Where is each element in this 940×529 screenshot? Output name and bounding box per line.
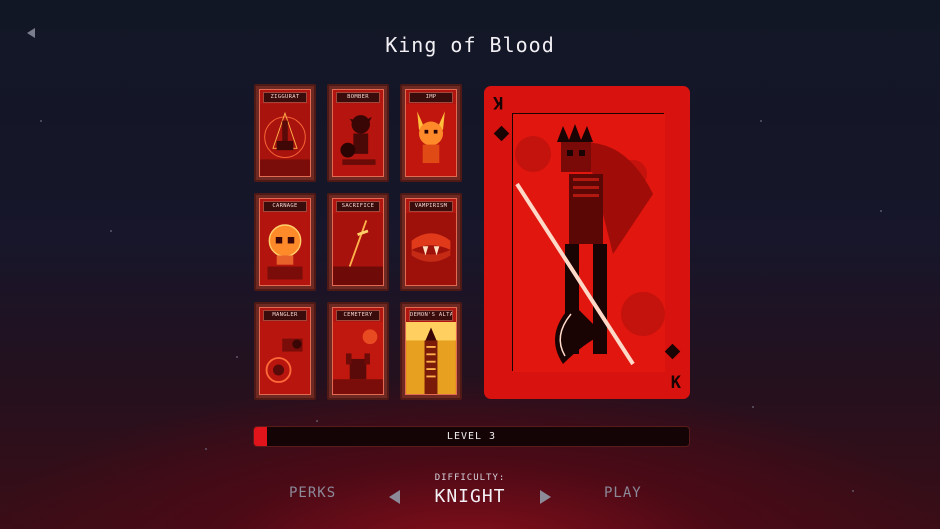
difficulty-label: DIFFICULTY: — [434, 473, 506, 483]
star-dot — [316, 420, 318, 422]
star-dot — [880, 210, 882, 212]
card-label: ZIGGURAT — [263, 92, 307, 103]
perks-button[interactable]: PERKS — [289, 485, 336, 501]
difficulty-next-arrow-icon[interactable] — [540, 490, 551, 504]
card-demons-altar[interactable]: DEMON'S ALTAR — [400, 302, 462, 400]
card-rank: K — [493, 92, 504, 112]
card-label: BOMBER — [336, 92, 380, 103]
diamond-icon — [664, 343, 681, 360]
card-vampirism[interactable]: VAMPIRISM — [400, 193, 462, 291]
card-mangler[interactable]: MANGLER — [254, 302, 316, 400]
fangs-icon — [406, 213, 456, 285]
play-button[interactable]: PLAY — [604, 485, 642, 501]
star-dot — [110, 230, 112, 232]
card-label: SACRIFICE — [336, 201, 380, 212]
star-dot — [40, 120, 42, 122]
ziggurat-icon — [260, 104, 310, 176]
card-rank: K — [670, 373, 681, 393]
card-imp[interactable]: IMP — [400, 84, 462, 182]
skull-icon — [260, 213, 310, 285]
star-dot — [752, 406, 754, 408]
page-title: King of Blood — [385, 33, 555, 57]
skeleton-king-icon — [513, 114, 665, 372]
grave-hand-icon — [333, 322, 383, 394]
king-card: K K — [484, 86, 690, 399]
card-sacrifice[interactable]: SACRIFICE — [327, 193, 389, 291]
card-carnage[interactable]: CARNAGE — [254, 193, 316, 291]
card-label: VAMPIRISM — [409, 201, 453, 212]
level-label: LEVEL 3 — [446, 431, 497, 442]
star-dot — [760, 120, 762, 122]
mangler-icon — [260, 322, 310, 394]
imp-icon — [406, 104, 456, 176]
card-label: CARNAGE — [263, 201, 307, 212]
bomber-icon — [333, 104, 383, 176]
card-cemetery[interactable]: CEMETERY — [327, 302, 389, 400]
card-bomber[interactable]: BOMBER — [327, 84, 389, 182]
star-dot — [236, 356, 238, 358]
deck-card-grid: ZIGGURAT BOMBER IMP CARNAGE SACRIFICE VA… — [254, 84, 462, 402]
level-progress-bar: LEVEL 3 — [253, 426, 690, 447]
card-label: CEMETERY — [336, 310, 380, 321]
card-label: MANGLER — [263, 310, 307, 321]
difficulty-value[interactable]: KNIGHT — [380, 486, 560, 507]
altar-icon — [406, 322, 456, 394]
king-card-art-frame — [512, 113, 665, 372]
dagger-icon — [333, 213, 383, 285]
card-ziggurat[interactable]: ZIGGURAT — [254, 84, 316, 182]
card-label: DEMON'S ALTAR — [409, 310, 453, 321]
diamond-icon — [493, 125, 510, 142]
star-dot — [852, 490, 854, 492]
star-dot — [205, 448, 207, 450]
card-label: IMP — [409, 92, 453, 103]
